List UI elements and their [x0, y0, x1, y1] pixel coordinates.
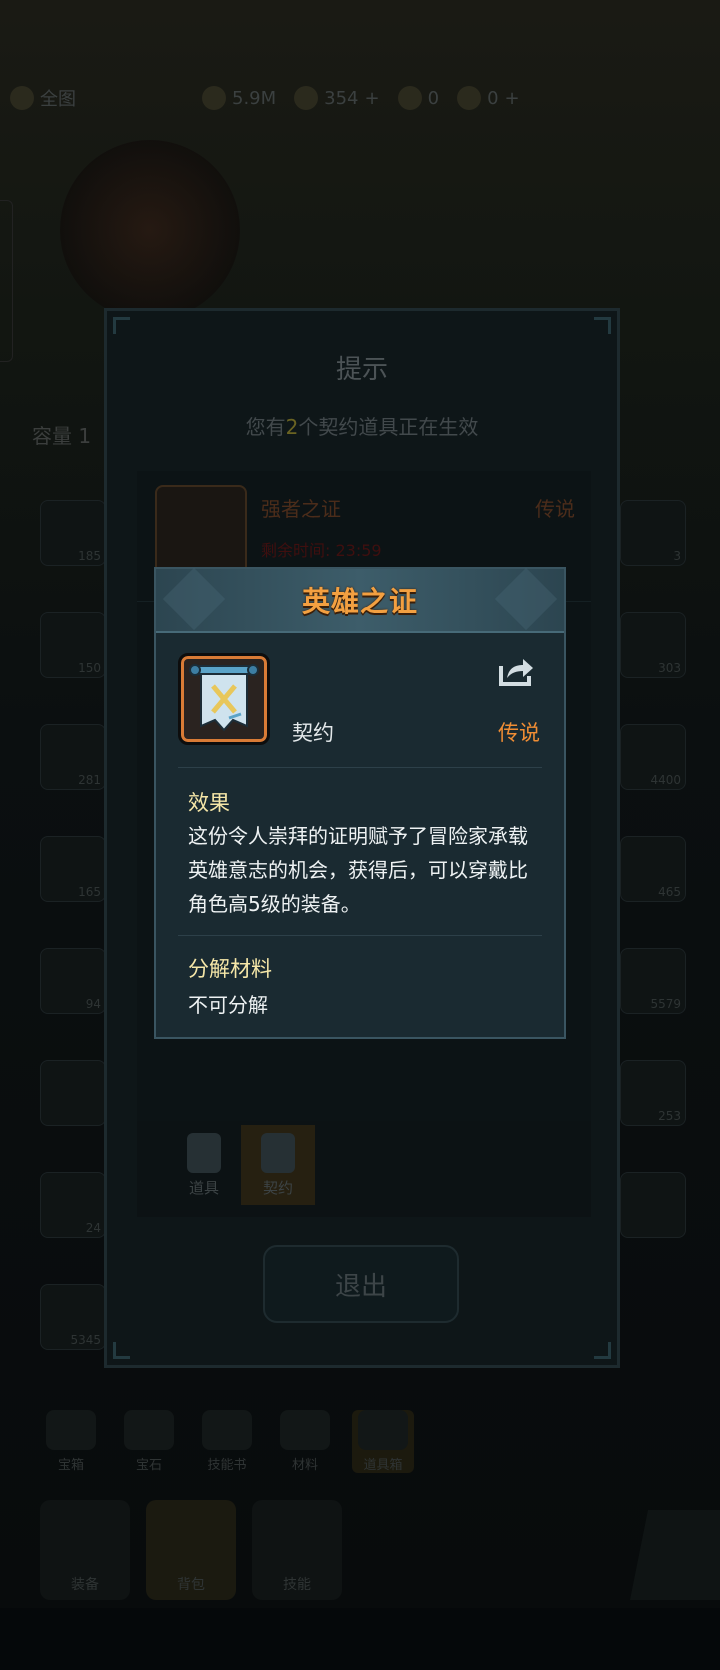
inventory-slot: 5345 [40, 1284, 106, 1350]
banner-icon [155, 485, 247, 577]
inventory-slot: 3 [620, 500, 686, 566]
header-ornament [162, 567, 226, 631]
inventory-slot: 165 [40, 836, 106, 902]
gem-icon [124, 1410, 174, 1450]
nav-item-material: 材料 [274, 1410, 336, 1473]
flame-icon [187, 1133, 221, 1173]
tip-tabs: 道具 契约 [137, 1121, 591, 1217]
nav-item-skillbook: 技能书 [196, 1410, 258, 1473]
nav-item-chest: 宝箱 [40, 1410, 102, 1473]
hero-portrait [60, 140, 240, 320]
gold-icon [202, 86, 226, 110]
item-rarity: 传说 [498, 721, 540, 745]
effect-title: 效果 [188, 791, 230, 815]
material-icon [280, 1410, 330, 1450]
effect-description: 这份令人崇拜的证明赋予了冒险家承载英雄意志的机会，获得后，可以穿戴比角色高5级的… [188, 824, 528, 916]
inventory-slot: 150 [40, 612, 106, 678]
book-icon [202, 1410, 252, 1450]
item-rarity: 传说 [535, 497, 575, 521]
inventory-slot: 24 [40, 1172, 106, 1238]
item-title: 英雄之证 [301, 585, 418, 618]
inventory-slot: 185 [40, 500, 106, 566]
share-icon [499, 659, 533, 686]
tip-title: 提示 [335, 355, 388, 385]
divider [178, 767, 542, 768]
tab-items[interactable]: 道具 [167, 1125, 241, 1205]
energy-icon [397, 86, 422, 110]
ticket-icon [457, 86, 482, 110]
box-icon [358, 1410, 408, 1450]
bottom-item-equip: 装备 [40, 1500, 130, 1600]
gold-resource: 5.9M [202, 86, 276, 110]
map-title: 全图 [10, 85, 76, 111]
inventory-slot: 465 [620, 836, 686, 902]
frame-corner [594, 1342, 611, 1359]
chest-icon [46, 1410, 96, 1450]
nav-item-gem: 宝石 [118, 1410, 180, 1473]
item-detail-popup: 英雄之证 契约 传说 效果 这份令人崇拜的证明赋予了冒险家承载英雄意志的机会，获… [154, 567, 566, 1039]
detail-header: 英雄之证 [156, 567, 564, 633]
ticket-resource: 0 + [457, 86, 520, 110]
category-nav: 宝箱 宝石 技能书 材料 道具箱 [40, 1410, 414, 1473]
background-top-bar: 全图 5.9M 354 + 0 0 + [0, 70, 720, 126]
item-time: 剩余时间: 23:59 [261, 541, 382, 560]
frame-corner [113, 317, 130, 334]
energy-resource: 0 [397, 86, 439, 110]
divider [178, 935, 542, 936]
inventory-slot: 253 [620, 1060, 686, 1126]
frame-corner [113, 1342, 130, 1359]
inventory-slot: 281 [40, 724, 106, 790]
header-ornament [494, 567, 558, 631]
bag-capacity-label: 容量 1 [32, 424, 92, 448]
bottom-item-skill: 技能 [252, 1500, 342, 1600]
material-text: 不可分解 [188, 993, 268, 1017]
inventory-slot [40, 1060, 106, 1126]
inventory-slot [620, 1172, 686, 1238]
inventory-slot: 4400 [620, 724, 686, 790]
exit-button[interactable]: 退出 [263, 1245, 459, 1323]
gem-icon [294, 86, 319, 110]
item-name: 强者之证 [261, 497, 341, 521]
nav-item-itembox: 道具箱 [352, 1410, 414, 1473]
material-title: 分解材料 [188, 957, 272, 981]
inventory-slot: 303 [620, 612, 686, 678]
bottom-bar: 装备 背包 技能 [40, 1500, 342, 1600]
tip-subtitle: 您有2个契约道具正在生效 [245, 415, 479, 439]
inventory-slot: 5579 [620, 948, 686, 1014]
inventory-slot: 94 [40, 948, 106, 1014]
item-type: 契约 [292, 721, 334, 745]
bottom-item-bag: 背包 [146, 1500, 236, 1600]
banner-icon [261, 1133, 295, 1173]
gem-resource: 354 + [294, 86, 380, 110]
map-icon [10, 86, 34, 110]
share-button[interactable] [496, 653, 536, 689]
hero-proof-icon [178, 653, 270, 745]
tab-contract[interactable]: 契约 [241, 1125, 315, 1205]
frame-corner [594, 317, 611, 334]
side-handle [0, 200, 13, 362]
